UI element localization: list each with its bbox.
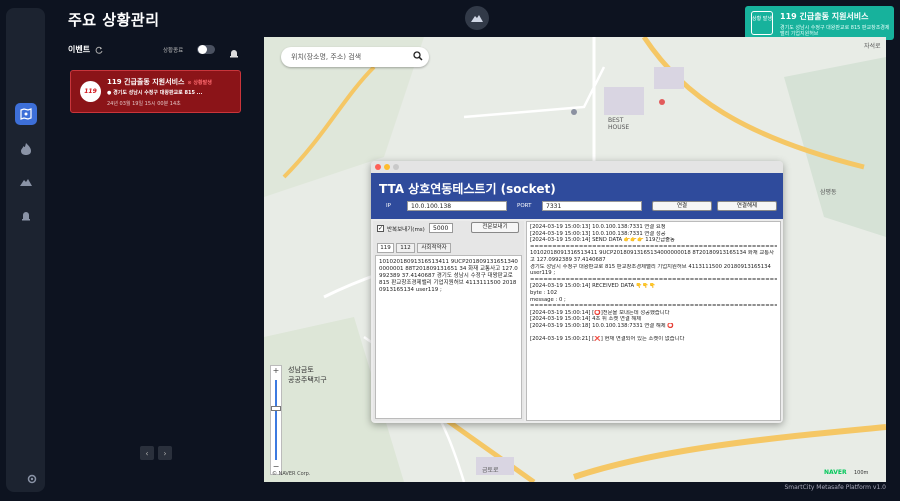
refresh-icon[interactable]	[95, 46, 103, 54]
window-titlebar[interactable]	[371, 161, 783, 173]
zoom-in-button[interactable]: +	[271, 366, 281, 375]
settings-button[interactable]	[26, 470, 38, 489]
repeat-label: 반복보내기(ms)	[387, 227, 425, 233]
log-divider: ========================================…	[530, 303, 777, 310]
side-nav-rail	[6, 8, 45, 492]
siren-icon	[230, 50, 238, 58]
connect-button[interactable]: 연결	[652, 201, 712, 211]
event-card-address: ● 경기도 성남시 수정구 대왕판교로 815 ...	[107, 89, 202, 96]
log-output[interactable]: [2024-03-19 15:00:13] 10.0.100.138:7331 …	[526, 221, 781, 421]
log-divider: ========================================…	[530, 276, 777, 283]
tab-social-weak[interactable]: 사회적약자	[417, 243, 451, 253]
location-pin-icon: ●	[107, 90, 112, 96]
event-address-text: 경기도 성남시 수정구 대왕판교로 815 ...	[113, 90, 203, 96]
tab-119[interactable]: 119	[377, 243, 394, 253]
events-header: 이벤트	[68, 44, 103, 55]
nav-hazard-button[interactable]	[15, 171, 37, 193]
fire-icon	[21, 143, 31, 155]
map-label-cross: 자석로	[864, 43, 881, 50]
toggle-label: 상황종료	[163, 48, 184, 54]
nav-fire-button[interactable]	[15, 138, 37, 160]
search-icon[interactable]	[413, 51, 423, 61]
map-label-east: 삼평동	[820, 189, 837, 196]
toast-address: 경기도 성남시 수정구 대왕판교로 815 판교창조경제밸리 기업지원허브	[780, 25, 890, 37]
ip-input[interactable]: 10.0.100.138	[407, 201, 507, 211]
log-line: [2024-03-19 15:00:13] 10.0.100.138:7331 …	[530, 230, 666, 237]
send-pane: ✓ 반복보내기(ms) 5000 전문보내기 119 112 사회적약자 101…	[373, 221, 524, 421]
closed-events-toggle[interactable]	[197, 45, 215, 54]
close-window-button[interactable]	[375, 164, 381, 170]
search-placeholder: 위치(장소명, 주소) 검색	[291, 53, 362, 61]
event-card-title: 119 긴급출동 지원서비스 ⊙ 상황발생	[107, 77, 212, 87]
log-line: 10102018091316513411 9UCP201809131651340…	[530, 250, 774, 263]
log-line: [2024-03-19 15:00:14] SEND DATA 👉👉👉 119긴…	[530, 237, 675, 244]
platform-logo[interactable]	[465, 6, 489, 30]
log-line: [2024-03-19 15:00:13] 10.0.100.138:7331 …	[530, 224, 666, 230]
map-search-input[interactable]: 위치(장소명, 주소) 검색	[281, 47, 429, 67]
tab-112[interactable]: 112	[396, 243, 415, 253]
map-label-best-house: BEST HOUSE	[608, 117, 630, 131]
log-line: [2024-03-19 15:00:14] RECEIVED DATA 👇👇👇	[530, 283, 656, 290]
log-line: byte : 102	[530, 289, 558, 296]
event-status-badge: ⊙ 상황발생	[187, 80, 212, 86]
toast-badge: 상황 발생	[751, 11, 773, 35]
tta-tester-window[interactable]: TTA 상호연동테스트기 (socket) IP 10.0.100.138 PO…	[371, 161, 783, 423]
toast-title: 119 긴급출동 지원서비스	[780, 12, 869, 21]
nav-situation-button[interactable]	[15, 103, 37, 125]
fire-119-logo: 119	[80, 81, 101, 102]
landslide-icon	[20, 179, 32, 186]
minimize-window-button[interactable]	[384, 164, 390, 170]
ip-label: IP	[386, 203, 391, 209]
event-toast[interactable]: 상황 발생 119 긴급출동 지원서비스 경기도 성남시 수정구 대왕판교로 8…	[745, 6, 894, 40]
tester-header: TTA 상호연동테스트기 (socket) IP 10.0.100.138 PO…	[371, 173, 783, 219]
log-line: message : 0 ;	[530, 296, 566, 303]
map-label-district: 성남금토 공공주택지구	[288, 366, 327, 384]
events-title: 이벤트	[68, 45, 91, 54]
next-page-button[interactable]: ›	[158, 446, 172, 460]
repeat-checkbox[interactable]: ✓	[377, 225, 384, 232]
repeat-interval-input[interactable]: 5000	[429, 223, 453, 233]
event-card[interactable]: 119 119 긴급출동 지원서비스 ⊙ 상황발생 ● 경기도 성남시 수정구 대…	[70, 70, 241, 113]
siren-icon	[22, 212, 30, 221]
zoom-control[interactable]: + −	[270, 365, 282, 475]
zoom-track[interactable]	[275, 380, 277, 460]
disconnect-button[interactable]: 연결해제	[717, 201, 777, 211]
map-credits: © NAVER Corp.	[272, 471, 311, 477]
log-line: 경기도 성남시 수정구 대왕판교로 815 판교창조경제밸리 기업지원허브 41…	[530, 263, 771, 277]
platform-footer: SmartCity Metasafe Platform v1.0	[784, 484, 886, 491]
log-line: [2024-03-19 15:00:21] [❌] 현재 연결되어 있는 소켓이…	[530, 335, 685, 342]
page-title: 주요 상황관리	[68, 11, 160, 29]
event-card-name: 119 긴급출동 지원서비스	[107, 78, 185, 86]
log-line: [2024-03-19 15:00:18] 10.0.100.138:7331 …	[530, 322, 674, 329]
event-status-text: 상황발생	[193, 80, 212, 86]
port-input[interactable]: 7331	[542, 201, 642, 211]
nav-alarm-button[interactable]	[15, 204, 37, 226]
payload-textarea[interactable]: 10102018091316513411 9UCP201809131651340…	[375, 255, 522, 419]
maximize-window-button[interactable]	[393, 164, 399, 170]
tester-title: TTA 상호연동테스트기 (socket)	[379, 182, 556, 196]
log-line: [2024-03-19 15:00:14] 4초 뒤 소켓 연결 해제	[530, 316, 642, 323]
log-divider: ========================================…	[530, 243, 777, 250]
map-label-road: 금토로	[482, 467, 499, 474]
alarm-button[interactable]	[229, 43, 239, 62]
event-card-time: 24년 03월 19일 15시 00분 14초	[107, 101, 181, 107]
zoom-out-button[interactable]: −	[271, 462, 281, 471]
port-label: PORT	[517, 203, 532, 209]
naver-logo: NAVER	[824, 469, 847, 476]
gear-icon	[27, 474, 37, 484]
mountain-icon	[471, 14, 483, 22]
prev-page-button[interactable]: ‹	[140, 446, 154, 460]
send-message-button[interactable]: 전문보내기	[471, 222, 519, 233]
zoom-slider-knob[interactable]	[271, 406, 281, 411]
log-line: [2024-03-19 15:00:14] [⭕]전문을 보내는데 성공했습니다	[530, 309, 670, 316]
map-icon	[20, 108, 32, 120]
map-scale: 100m	[854, 470, 869, 476]
